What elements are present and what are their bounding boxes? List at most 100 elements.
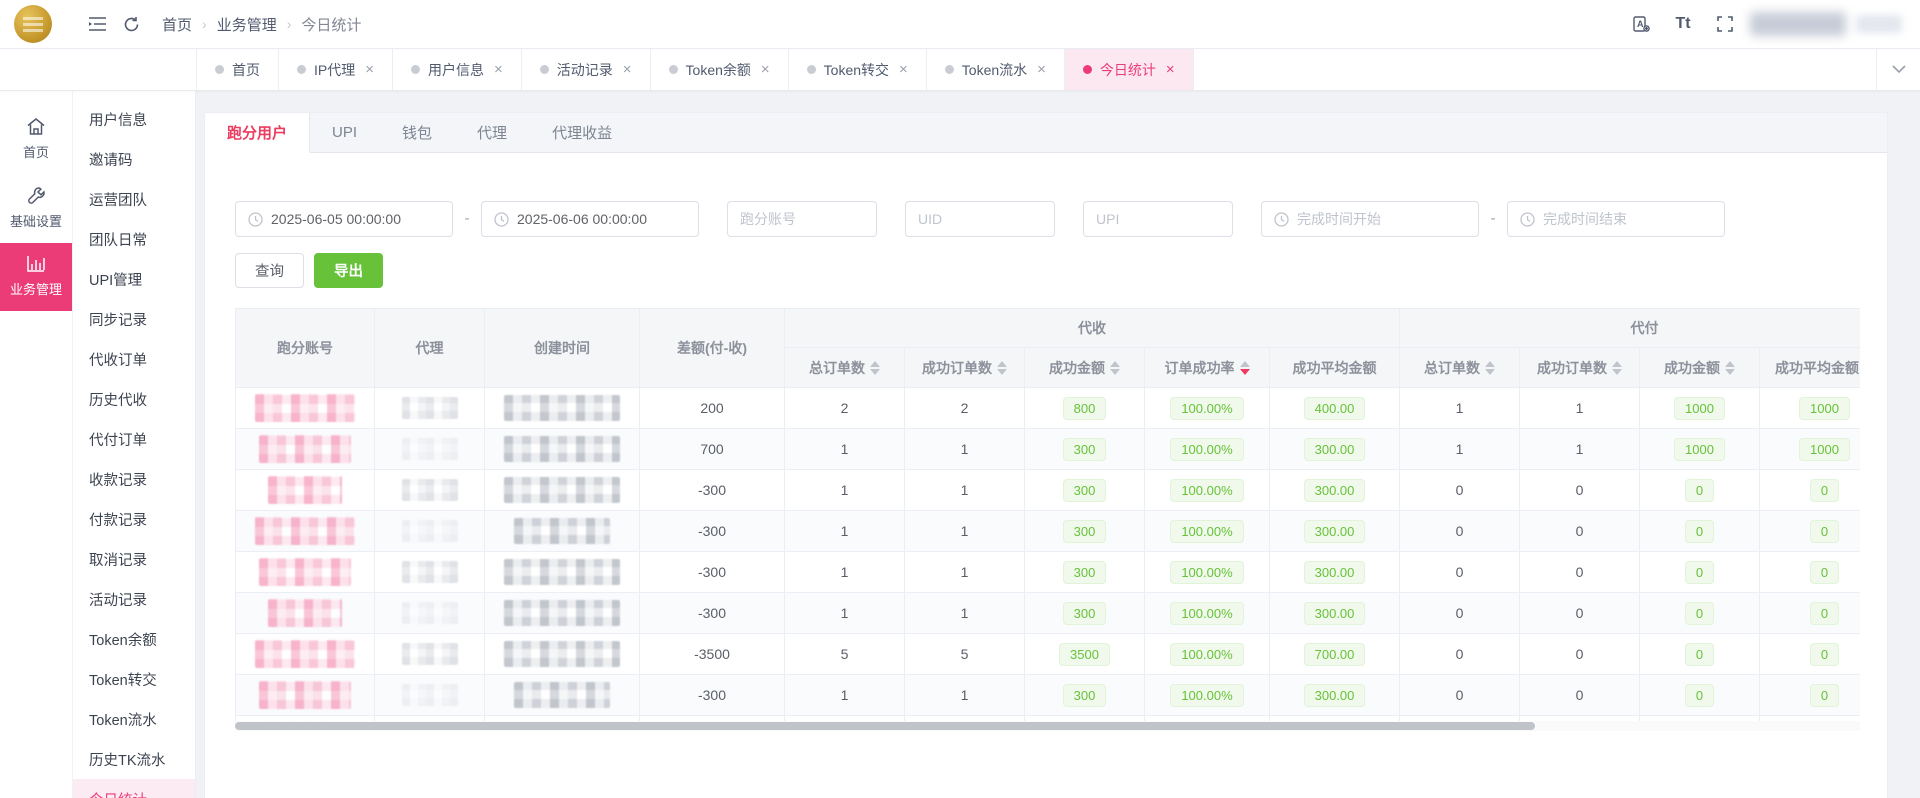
cell-value: 1 <box>785 552 905 593</box>
cell-value: 0 <box>1400 675 1520 716</box>
uid-field[interactable] <box>905 201 1055 237</box>
sidebar-item-UPI管理[interactable]: UPI管理 <box>73 259 195 299</box>
cell-account-redacted <box>235 429 375 470</box>
column-label: 成功订单数 <box>922 358 992 378</box>
collapse-menu-icon[interactable] <box>80 7 114 41</box>
sidebar-item-Token转交[interactable]: Token转交 <box>73 659 195 699</box>
cell-badge: 300 <box>1025 552 1145 593</box>
start-date-input[interactable] <box>271 211 440 227</box>
export-page-icon[interactable]: A <box>1624 7 1658 41</box>
sort-caret-icon[interactable] <box>1240 361 1250 375</box>
value-badge: 300 <box>1063 561 1107 584</box>
end-date-input[interactable] <box>517 211 686 227</box>
tabbar-tabs: 首页IP代理×用户信息×活动记录×Token余额×Token转交×Token流水… <box>196 49 1876 90</box>
tab-list-chevron-down-icon[interactable] <box>1876 49 1920 90</box>
rail-item-业务管理[interactable]: 业务管理 <box>0 243 72 311</box>
scrollbar-thumb[interactable] <box>235 722 1535 730</box>
sidebar-item-代付订单[interactable]: 代付订单 <box>73 419 195 459</box>
sort-caret-icon[interactable] <box>1110 361 1120 375</box>
sort-caret-icon[interactable] <box>1612 361 1622 375</box>
sidebar-item-团队日常[interactable]: 团队日常 <box>73 219 195 259</box>
sidebar-item-历史TK流水[interactable]: 历史TK流水 <box>73 739 195 779</box>
page-tab-用户信息[interactable]: 用户信息× <box>393 49 522 90</box>
tab-close-icon[interactable]: × <box>365 61 374 78</box>
page-tab-Token转交[interactable]: Token转交× <box>789 49 927 90</box>
page-tab-活动记录[interactable]: 活动记录× <box>522 49 651 90</box>
group-header-代收: 代收 <box>785 308 1400 348</box>
upi-input[interactable] <box>1096 211 1220 227</box>
start-date-picker[interactable] <box>235 201 453 237</box>
page-tab-Token余额[interactable]: Token余额× <box>651 49 789 90</box>
column-header-代收-成功金额[interactable]: 成功金额 <box>1025 348 1145 388</box>
content-tab-代理[interactable]: 代理 <box>455 113 530 152</box>
sidebar-item-活动记录[interactable]: 活动记录 <box>73 579 195 619</box>
query-button[interactable]: 查询 <box>235 253 304 288</box>
column-header-代收-成功订单数[interactable]: 成功订单数 <box>905 348 1025 388</box>
sidebar-item-Token流水[interactable]: Token流水 <box>73 699 195 739</box>
sidebar-item-Token余额[interactable]: Token余额 <box>73 619 195 659</box>
uid-input[interactable] <box>918 211 1042 227</box>
breadcrumb-home[interactable]: 首页 <box>162 14 192 35</box>
cell-value: 1 <box>905 511 1025 552</box>
fullscreen-icon[interactable] <box>1708 7 1742 41</box>
page-tab-今日统计[interactable]: 今日统计× <box>1065 49 1194 90</box>
column-header-代付-成功金额[interactable]: 成功金额 <box>1640 348 1760 388</box>
breadcrumb-business[interactable]: 业务管理 <box>217 14 277 35</box>
export-button[interactable]: 导出 <box>314 253 383 288</box>
sidebar-item-收款记录[interactable]: 收款记录 <box>73 459 195 499</box>
refresh-icon[interactable] <box>114 7 148 41</box>
cell-value: 1 <box>905 552 1025 593</box>
sidebar-item-用户信息[interactable]: 用户信息 <box>73 99 195 139</box>
redacted-mosaic <box>255 640 355 668</box>
finish-start-input[interactable] <box>1297 211 1466 227</box>
page-tab-IP代理[interactable]: IP代理× <box>279 49 393 90</box>
rail-item-基础设置[interactable]: 基础设置 <box>0 174 72 243</box>
tab-close-icon[interactable]: × <box>761 61 770 78</box>
finish-start-picker[interactable] <box>1261 201 1479 237</box>
sort-caret-icon[interactable] <box>1485 361 1495 375</box>
column-header-代付-成功平均金额[interactable]: 成功平均金额 <box>1760 348 1860 388</box>
font-size-icon[interactable]: Tt <box>1666 7 1700 41</box>
cell-account-redacted <box>235 634 375 675</box>
content-tab-代理收益[interactable]: 代理收益 <box>530 113 635 152</box>
sidebar-item-取消记录[interactable]: 取消记录 <box>73 539 195 579</box>
finish-end-picker[interactable] <box>1507 201 1725 237</box>
sort-caret-icon[interactable] <box>997 361 1007 375</box>
sidebar-item-邀请码[interactable]: 邀请码 <box>73 139 195 179</box>
sort-caret-icon[interactable] <box>1725 361 1735 375</box>
cell-value: 0 <box>1520 634 1640 675</box>
sidebar-item-今日统计[interactable]: 今日统计 <box>73 779 195 798</box>
cell-badge: 100.00% <box>1145 388 1270 429</box>
column-header-代收-订单成功率[interactable]: 订单成功率 <box>1145 348 1270 388</box>
finish-end-input[interactable] <box>1543 211 1712 227</box>
sidebar-item-付款记录[interactable]: 付款记录 <box>73 499 195 539</box>
tab-close-icon[interactable]: × <box>899 61 908 78</box>
sidebar-item-历史代收[interactable]: 历史代收 <box>73 379 195 419</box>
account-input[interactable] <box>740 211 864 227</box>
horizontal-scrollbar[interactable] <box>235 721 1860 731</box>
column-header-代付-成功订单数[interactable]: 成功订单数 <box>1520 348 1640 388</box>
account-field[interactable] <box>727 201 877 237</box>
tab-close-icon[interactable]: × <box>623 61 632 78</box>
sidebar-item-代收订单[interactable]: 代收订单 <box>73 339 195 379</box>
cell-created-redacted <box>485 470 640 511</box>
tab-close-icon[interactable]: × <box>1166 61 1175 78</box>
sidebar-item-运营团队[interactable]: 运营团队 <box>73 179 195 219</box>
tab-close-icon[interactable]: × <box>1037 61 1046 78</box>
content-tab-跑分用户[interactable]: 跑分用户 <box>205 113 310 153</box>
sort-caret-icon[interactable] <box>870 361 880 375</box>
upi-field[interactable] <box>1083 201 1233 237</box>
username-redacted[interactable] <box>1750 12 1846 36</box>
rail-item-首页[interactable]: 首页 <box>0 105 72 174</box>
content-tab-钱包[interactable]: 钱包 <box>380 113 455 152</box>
cell-badge: 400.00 <box>1270 388 1400 429</box>
column-header-代付-总订单数[interactable]: 总订单数 <box>1400 348 1520 388</box>
page-tab-首页[interactable]: 首页 <box>196 49 279 90</box>
value-badge: 100.00% <box>1170 561 1243 584</box>
sidebar-item-同步记录[interactable]: 同步记录 <box>73 299 195 339</box>
column-header-代收-总订单数[interactable]: 总订单数 <box>785 348 905 388</box>
end-date-picker[interactable] <box>481 201 699 237</box>
page-tab-Token流水[interactable]: Token流水× <box>927 49 1065 90</box>
content-tab-UPI[interactable]: UPI <box>310 113 380 152</box>
tab-close-icon[interactable]: × <box>494 61 503 78</box>
